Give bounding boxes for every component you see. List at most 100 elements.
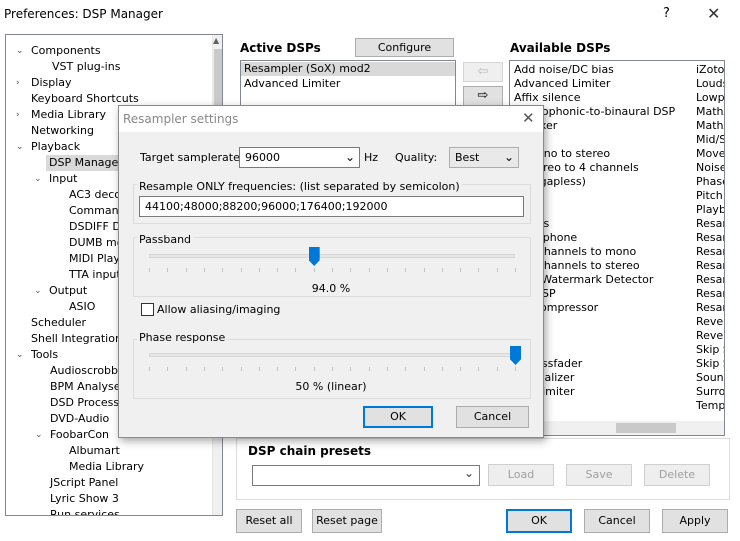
available-dsp-name-column[interactable]: Skip S — [696, 343, 724, 357]
available-dsp-name-column[interactable]: Rever — [696, 315, 724, 329]
preset-combo[interactable]: ⌄ — [252, 465, 480, 486]
available-dsp-name-column[interactable]: Resam — [696, 231, 724, 245]
tree-item[interactable]: Networking — [31, 123, 94, 139]
dialog-cancel-button[interactable]: Cancel — [456, 406, 529, 428]
tree-item[interactable]: Components — [31, 43, 101, 59]
slider-tick — [478, 367, 480, 371]
available-dsp-name-column[interactable]: Lowpa — [696, 91, 724, 105]
configure-selected-button[interactable]: Configure selected — [355, 38, 454, 71]
available-dsp-item[interactable]: Advanced Limiter — [514, 77, 610, 91]
available-dsp-name-column[interactable]: Mid/Si — [696, 133, 724, 147]
slider-tick — [405, 367, 407, 371]
chevron-right-icon[interactable]: › — [16, 110, 26, 120]
resampler-settings-dialog: Resampler settings ✕ Target samplerate: … — [118, 105, 544, 438]
available-dsp-item[interactable]: Affix silence — [514, 91, 581, 105]
slider-tick — [313, 367, 315, 371]
tree-item[interactable]: Playback — [31, 139, 80, 155]
tree-item[interactable]: Shell Integration — [31, 331, 122, 347]
active-dsp-item[interactable]: Advanced Limiter — [244, 77, 340, 91]
tree-item[interactable]: Albumart — [69, 443, 120, 459]
slider-tick — [185, 268, 187, 272]
tree-item[interactable]: TTA input — [69, 267, 121, 283]
available-dsp-name-column[interactable]: iZotop — [696, 63, 724, 77]
tree-item[interactable]: VST plug-ins — [52, 59, 120, 75]
available-dsp-name-column[interactable]: Tempo — [696, 399, 724, 413]
help-button[interactable]: ? — [663, 6, 670, 21]
available-dsp-name-column[interactable]: Sound — [696, 371, 724, 385]
cancel-button[interactable]: Cancel — [584, 509, 650, 533]
target-samplerate-combo[interactable]: 96000 ⌄ — [239, 147, 360, 168]
slider-tick — [496, 367, 498, 371]
available-dsp-name-column[interactable]: Noise — [696, 161, 724, 175]
tree-item[interactable]: Scheduler — [31, 315, 86, 331]
scroll-up-icon[interactable]: ▲ — [213, 36, 219, 45]
slider-tick — [149, 367, 150, 371]
available-dsp-name-column[interactable]: Resam — [696, 259, 724, 273]
reset-page-button[interactable]: Reset page — [312, 509, 382, 533]
apply-button[interactable]: Apply — [662, 509, 728, 533]
passband-track — [149, 254, 515, 258]
add-dsp-arrow-icon[interactable]: ⇨ — [463, 86, 503, 106]
slider-tick — [295, 268, 297, 272]
chevron-down-icon[interactable]: ⌄ — [16, 142, 26, 152]
save-preset-button[interactable]: Save — [566, 464, 632, 486]
chevron-down-icon[interactable]: ⌄ — [16, 350, 26, 360]
available-dsp-name-column[interactable]: Move — [696, 147, 724, 161]
available-dsp-item[interactable]: Add noise/DC bias — [514, 63, 614, 77]
available-hscroll-thumb[interactable] — [616, 423, 676, 433]
chevron-down-icon[interactable]: ⌄ — [16, 46, 26, 56]
chevron-down-icon[interactable]: ⌄ — [35, 430, 45, 440]
slider-tick — [368, 268, 370, 272]
available-dsp-name-column[interactable]: Phase — [696, 175, 724, 189]
available-dsp-name-column[interactable]: Resam — [696, 301, 724, 315]
tree-item[interactable]: Media Library — [69, 459, 144, 475]
reset-all-button[interactable]: Reset all — [236, 509, 302, 533]
available-dsp-name-column[interactable]: Rever — [696, 329, 724, 343]
chevron-down-icon[interactable]: ⌄ — [34, 174, 44, 184]
slider-tick — [515, 367, 516, 371]
available-dsp-name-column[interactable]: Skip S — [696, 357, 724, 371]
presets-title: DSP chain presets — [248, 444, 371, 458]
slider-tick — [405, 268, 407, 272]
tree-item[interactable]: Media Library — [31, 107, 106, 123]
resample-only-input[interactable]: 44100;48000;88200;96000;176400;192000 — [139, 196, 524, 217]
available-dsp-name-column[interactable]: Resam — [696, 287, 724, 301]
available-dsp-name-column[interactable]: Pitch S — [696, 189, 724, 203]
delete-preset-button[interactable]: Delete — [644, 464, 710, 486]
active-dsp-item[interactable]: Resampler (SoX) mod2 — [241, 62, 455, 76]
tree-item[interactable]: Display — [31, 75, 72, 91]
remove-dsp-arrow-icon[interactable]: ⇦ — [463, 62, 503, 82]
tree-item[interactable]: DVD-Audio — [50, 411, 109, 427]
allow-aliasing-checkbox[interactable] — [141, 303, 154, 316]
available-dsp-name-column[interactable]: Surrou — [696, 385, 724, 399]
chevron-right-icon[interactable]: › — [16, 78, 26, 88]
available-dsp-name-column[interactable]: Resam — [696, 217, 724, 231]
chevron-down-icon: ⌄ — [503, 150, 514, 164]
slider-tick — [167, 367, 169, 371]
tree-item[interactable]: FoobarCon — [50, 427, 109, 443]
close-window-button[interactable]: ✕ — [707, 4, 720, 23]
available-dsp-name-column[interactable]: MathA — [696, 119, 724, 133]
dialog-ok-button[interactable]: OK — [363, 406, 433, 428]
tree-item[interactable]: DSP Manager — [46, 155, 126, 171]
available-dsp-name-column[interactable]: MathA — [696, 105, 724, 119]
quality-combo[interactable]: Best ⌄ — [449, 147, 519, 168]
tree-item[interactable]: Lyric Show 3 — [50, 491, 119, 507]
tree-item[interactable]: Input — [49, 171, 77, 187]
tree-item[interactable]: Tools — [31, 347, 58, 363]
close-icon[interactable]: ✕ — [522, 109, 535, 127]
slider-tick — [277, 268, 279, 272]
tree-item[interactable]: BPM Analyser — [50, 379, 125, 395]
slider-tick — [258, 367, 260, 371]
ok-button[interactable]: OK — [506, 509, 572, 533]
available-dsp-name-column[interactable]: Louds — [696, 77, 724, 91]
chevron-down-icon[interactable]: ⌄ — [34, 286, 44, 296]
available-dsp-name-column[interactable]: Playba — [696, 203, 724, 217]
tree-item[interactable]: Run services — [50, 507, 120, 515]
tree-item[interactable]: JScript Panel — [50, 475, 118, 491]
tree-item[interactable]: ASIO — [69, 299, 95, 315]
available-dsp-name-column[interactable]: Resam — [696, 245, 724, 259]
available-dsp-name-column[interactable]: Resam — [696, 273, 724, 287]
load-preset-button[interactable]: Load — [488, 464, 554, 486]
tree-item[interactable]: Output — [49, 283, 87, 299]
